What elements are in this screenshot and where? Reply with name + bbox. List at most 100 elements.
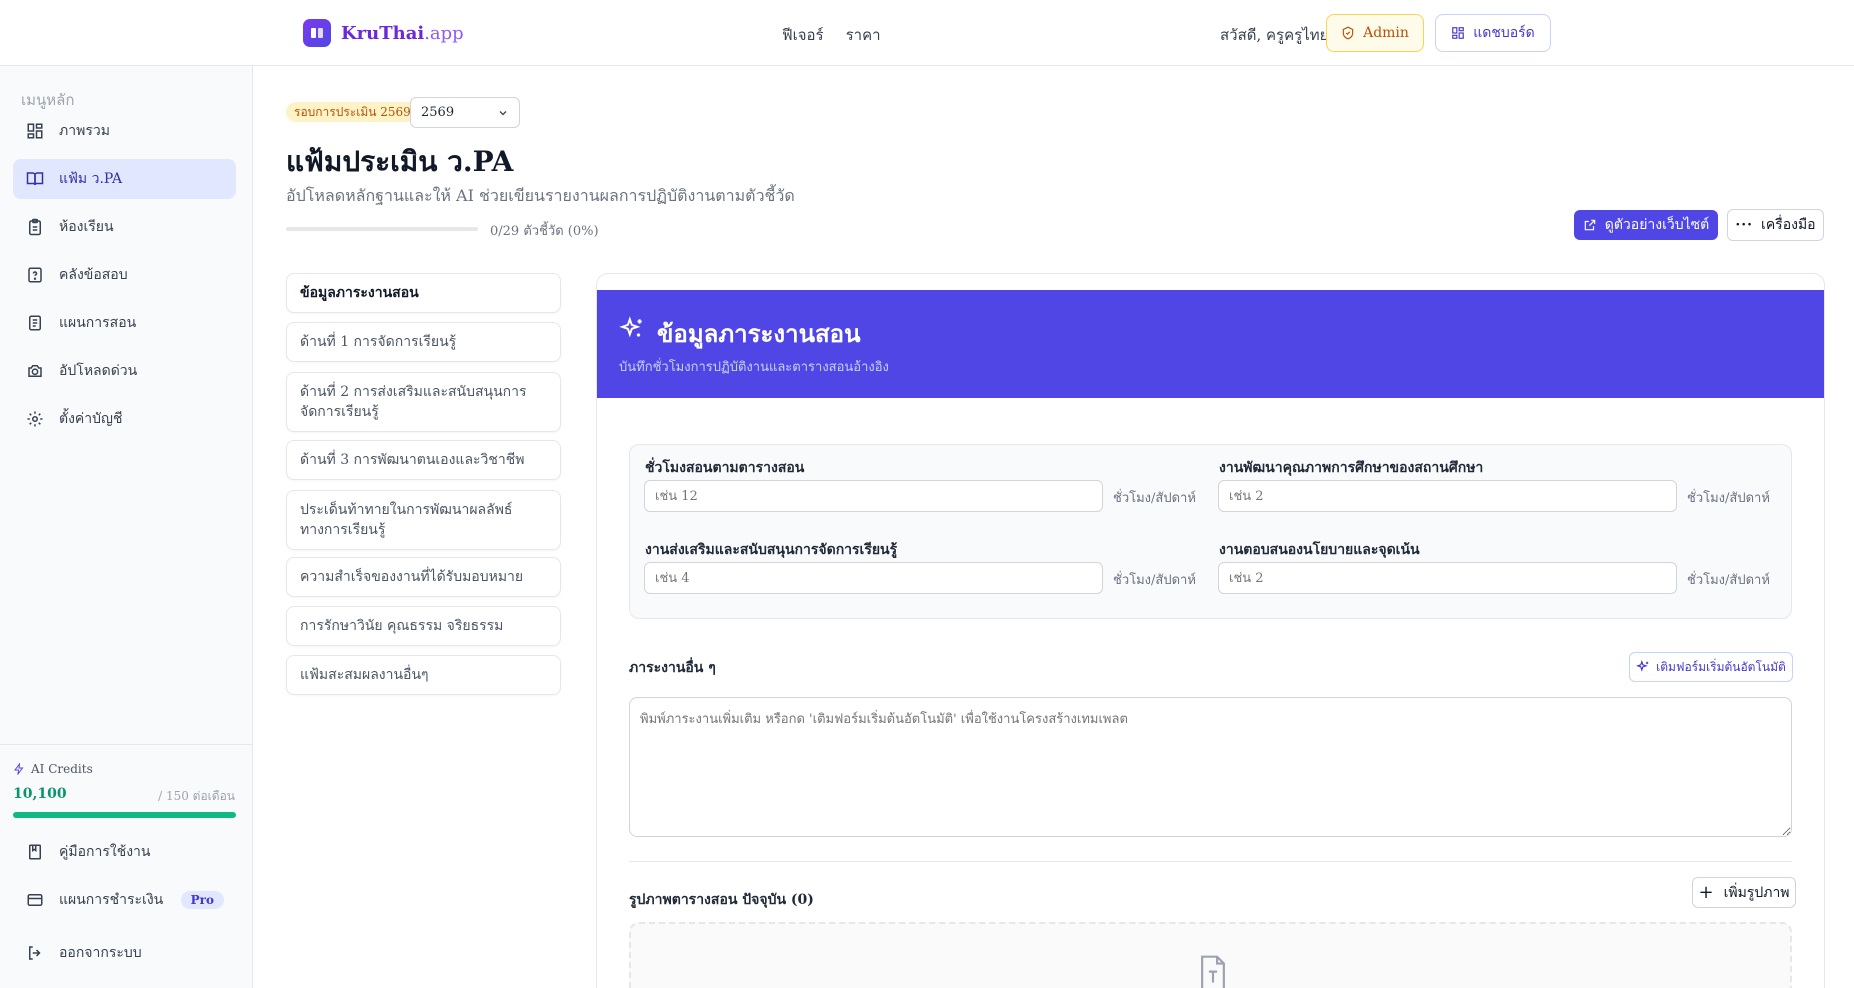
shield-icon — [1342, 26, 1354, 40]
hours-form: ชั่วโมงสอนตามตารางสอน ชั่วโมง/สัปดาห์ งา… — [629, 444, 1792, 619]
camera-icon — [25, 361, 45, 381]
year-select-value: 2569 — [421, 105, 455, 120]
sidebar-item-label: คลังข้อสอบ — [59, 267, 128, 283]
support-hours-input[interactable] — [644, 562, 1103, 594]
section-domain-2[interactable]: ด้านที่ 2 การส่งเสริมและสนับสนุนการจัดกา… — [286, 372, 561, 432]
book-icon — [25, 169, 45, 189]
sidebar-item-overview[interactable]: ภาพรวม — [13, 111, 236, 151]
ai-credits-fill — [13, 812, 236, 818]
dashboard-button[interactable]: แดชบอร์ด — [1435, 14, 1551, 52]
unit-label: ชั่วโมง/สัปดาห์ — [1687, 491, 1770, 506]
greeting-text: สวัสดี, ครูครูไทย — [1220, 26, 1329, 44]
indicator-progress-bar — [286, 227, 478, 231]
question-icon — [25, 265, 45, 285]
section-domain-1[interactable]: ด้านที่ 1 การจัดการเรียนรู้ — [286, 322, 561, 362]
autofill-label: เติมฟอร์มเริ่มต้นอัตโนมัติ — [1656, 659, 1786, 674]
section-challenge[interactable]: ประเด็นท้าทายในการพัฒนาผลลัพธ์ทางการเรีย… — [286, 490, 561, 550]
quality-dev-hours-label: งานพัฒนาคุณภาพการศึกษาของสถานศึกษา — [1219, 460, 1484, 476]
sidebar-item-label: แผนการชำระเงิน — [59, 892, 164, 908]
section-discipline-ethics[interactable]: การรักษาวินัย คุณธรรม จริยธรรม — [286, 606, 561, 646]
indicator-progress-text: 0/29 ตัวชี้วัด (0%) — [490, 224, 599, 239]
card-header: ข้อมูลภาระงานสอน บันทึกชั่วโมงการปฏิบัติ… — [597, 290, 1824, 398]
page-title: แฟ้มประเมิน ว.PA — [286, 145, 514, 178]
support-hours-label: งานส่งเสริมและสนับสนุนการจัดการเรียนรู้ — [645, 542, 898, 558]
tools-button[interactable]: ··· เครื่องมือ — [1727, 209, 1824, 241]
dashboard-button-label: แดชบอร์ด — [1473, 25, 1535, 41]
manual-icon — [25, 842, 45, 862]
sidebar-item-label: แฟ้ม ว.PA — [59, 171, 123, 187]
section-teaching-load[interactable]: ข้อมูลภาระงานสอน — [286, 273, 561, 313]
policy-hours-input[interactable] — [1218, 562, 1677, 594]
sidebar-item-classroom[interactable]: ห้องเรียน — [13, 207, 236, 247]
sidebar-heading: เมนูหลัก — [21, 91, 75, 109]
sidebar-item-question-bank[interactable]: คลังข้อสอบ — [13, 255, 236, 295]
section-divider — [629, 861, 1792, 862]
card-icon — [25, 890, 45, 910]
sidebar-item-logout[interactable]: ออกจากระบบ — [13, 933, 236, 973]
pro-badge: Pro — [180, 891, 224, 909]
sidebar-item-quick-upload[interactable]: อัปโหลดด่วน — [13, 351, 236, 391]
chevron-down-icon — [499, 110, 507, 115]
plus-icon: + — [1698, 881, 1714, 903]
section-other-portfolio[interactable]: แฟ้มสะสมผลงานอื่นๆ — [286, 655, 561, 695]
document-icon — [25, 313, 45, 333]
sidebar-item-label: ออกจากระบบ — [59, 945, 142, 961]
sidebar-item-label: ห้องเรียน — [59, 219, 114, 235]
add-image-button[interactable]: + เพิ่มรูปภาพ — [1692, 877, 1796, 908]
more-icon: ··· — [1735, 217, 1754, 233]
sidebar-item-label: แผนการสอน — [59, 315, 137, 331]
other-duties-textarea[interactable] — [629, 697, 1792, 837]
assessment-round-badge: รอบการประเมิน 2569 — [286, 102, 419, 122]
clipboard-icon — [25, 217, 45, 237]
sidebar-item-pa-portfolio[interactable]: แฟ้ม ว.PA — [13, 159, 236, 199]
sparkles-icon — [619, 316, 645, 346]
unit-label: ชั่วโมง/สัปดาห์ — [1113, 491, 1196, 506]
sidebar-item-lesson-plan[interactable]: แผนการสอน — [13, 303, 236, 343]
top-nav: ฟีเจอร์ ราคา — [782, 23, 881, 47]
brand-logo-icon — [303, 19, 331, 47]
teaching-load-card: ข้อมูลภาระงานสอน บันทึกชั่วโมงการปฏิบัติ… — [596, 273, 1825, 988]
sidebar-item-label: ตั้งค่าบัญชี — [59, 411, 123, 427]
autofill-button[interactable]: เติมฟอร์มเริ่มต้นอัตโนมัติ — [1629, 652, 1793, 682]
unit-label: ชั่วโมง/สัปดาห์ — [1113, 573, 1196, 588]
brand[interactable]: KruThai.app — [303, 19, 464, 47]
external-link-icon — [1584, 219, 1595, 231]
section-assigned-work[interactable]: ความสำเร็จของงานที่ได้รับมอบหมาย — [286, 557, 561, 597]
sidebar-divider — [0, 744, 253, 745]
ai-credits-bar — [13, 812, 236, 818]
brand-name: KruThai.app — [341, 22, 464, 44]
nav-features-link[interactable]: ฟีเจอร์ — [782, 23, 824, 47]
preview-website-button[interactable]: ดูตัวอย่างเว็บไซต์ — [1574, 210, 1718, 240]
other-duties-label: ภาระงานอื่น ๆ — [629, 660, 716, 676]
page-subtitle: อัปโหลดหลักฐานและให้ AI ช่วยเขียนรายงานผ… — [286, 186, 795, 205]
main-content: รอบการประเมิน 2569 2569 แฟ้มประเมิน ว.PA… — [254, 66, 1854, 988]
admin-button-label: Admin — [1363, 25, 1409, 41]
schedule-images-label: รูปภาพตารางสอน ปัจจุบัน (0) — [629, 892, 814, 908]
quality-dev-hours-input[interactable] — [1218, 480, 1677, 512]
nav-pricing-link[interactable]: ราคา — [846, 23, 881, 47]
sidebar-item-label: อัปโหลดด่วน — [59, 363, 138, 379]
unit-label: ชั่วโมง/สัปดาห์ — [1687, 573, 1770, 588]
sparkles-icon — [1636, 660, 1649, 672]
grid-icon — [1452, 27, 1465, 39]
card-title: ข้อมูลภาระงานสอน — [657, 319, 861, 348]
teaching-hours-label: ชั่วโมงสอนตามตารางสอน — [645, 460, 805, 476]
ai-credits-title: AI Credits — [13, 762, 93, 776]
year-select[interactable]: 2569 — [410, 97, 520, 128]
policy-hours-label: งานตอบสนองนโยบายและจุดเน้น — [1219, 542, 1420, 558]
preview-website-label: ดูตัวอย่างเว็บไซต์ — [1604, 217, 1710, 233]
sidebar-item-billing-plan[interactable]: แผนการชำระเงิน Pro — [13, 880, 236, 920]
sidebar-item-account-settings[interactable]: ตั้งค่าบัญชี — [13, 399, 236, 439]
admin-button[interactable]: Admin — [1326, 14, 1424, 52]
top-bar: KruThai.app ฟีเจอร์ ราคา สวัสดี, ครูครูไ… — [0, 0, 1854, 66]
sidebar: เมนูหลัก ภาพรวม แฟ้ม ว.PA ห้องเรียน คลัง… — [0, 66, 253, 988]
file-text-icon — [1196, 954, 1230, 988]
tools-label: เครื่องมือ — [1761, 217, 1816, 233]
sidebar-item-label: คู่มือการใช้งาน — [59, 844, 151, 860]
teaching-hours-input[interactable] — [644, 480, 1103, 512]
add-image-label: เพิ่มรูปภาพ — [1723, 884, 1790, 901]
image-dropzone[interactable] — [629, 922, 1792, 988]
gear-icon — [25, 409, 45, 429]
sidebar-item-manual[interactable]: คู่มือการใช้งาน — [13, 832, 236, 872]
section-domain-3[interactable]: ด้านที่ 3 การพัฒนาตนเองและวิชาชีพ — [286, 440, 561, 480]
